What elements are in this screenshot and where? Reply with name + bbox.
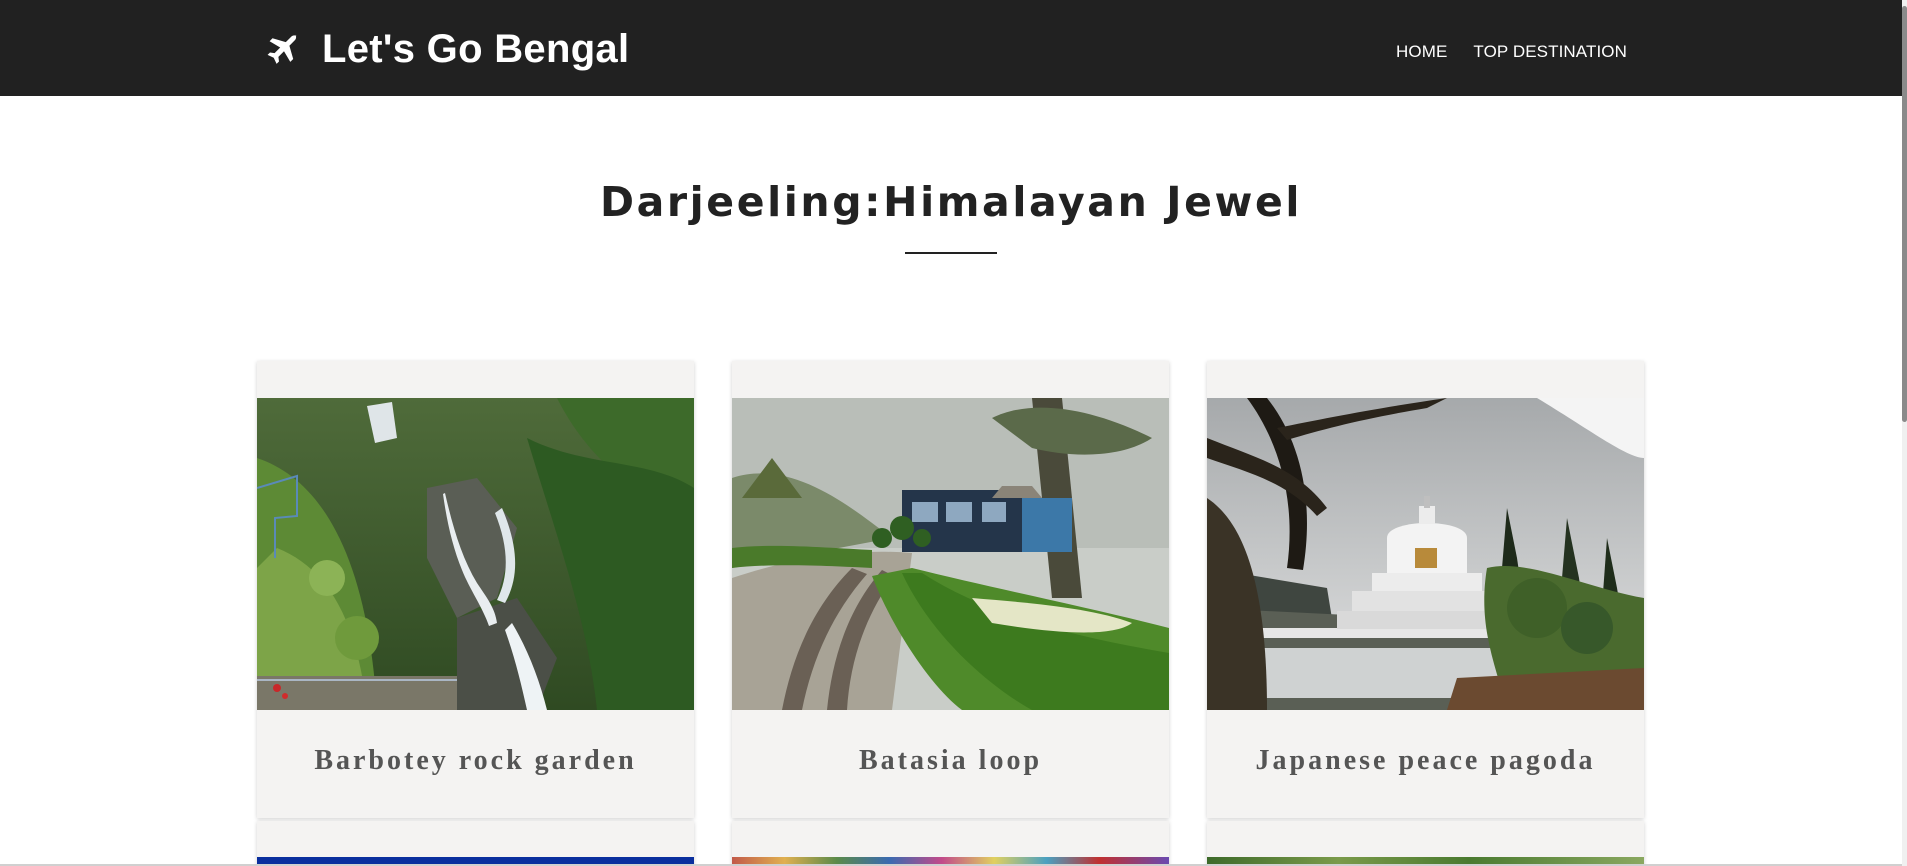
section-title: Darjeeling:Himalayan Jewel	[599, 178, 1303, 226]
destination-card-partial-1[interactable]	[257, 821, 694, 866]
card-title: Batasia loop	[858, 745, 1043, 776]
nav-links: HOME TOP DESTINATION	[1396, 42, 1627, 62]
scrollbar-thumb[interactable]	[1902, 6, 1907, 422]
brand-title: Let's Go Bengal	[322, 26, 630, 71]
page-scrollbar[interactable]	[1902, 0, 1907, 866]
nav-top-destination-link[interactable]: TOP DESTINATION	[1473, 42, 1627, 62]
card-title: Japanese peace pagoda	[1255, 745, 1596, 776]
destination-card-pagoda[interactable]: Japanese peace pagoda	[1207, 361, 1644, 818]
destination-card-barbotey[interactable]: Barbotey rock garden	[257, 361, 694, 818]
destination-card-partial-3[interactable]	[1207, 821, 1644, 866]
destination-card-batasia[interactable]: Batasia loop	[732, 361, 1169, 818]
brand-link[interactable]: Let's Go Bengal	[264, 24, 629, 74]
airplane-icon	[267, 34, 297, 64]
destination-card-partial-2[interactable]	[732, 821, 1169, 866]
pagoda-photo[interactable]	[1207, 398, 1644, 710]
navbar: Let's Go Bengal HOME TOP DESTINATION	[0, 0, 1902, 96]
page: Let's Go Bengal HOME TOP DESTINATION Dar…	[0, 0, 1907, 866]
waterfall-photo[interactable]	[257, 398, 694, 710]
card-title: Barbotey rock garden	[314, 745, 637, 776]
nav-home-link[interactable]: HOME	[1396, 42, 1447, 62]
toy-train-photo[interactable]	[732, 398, 1169, 710]
title-underline	[905, 252, 997, 254]
